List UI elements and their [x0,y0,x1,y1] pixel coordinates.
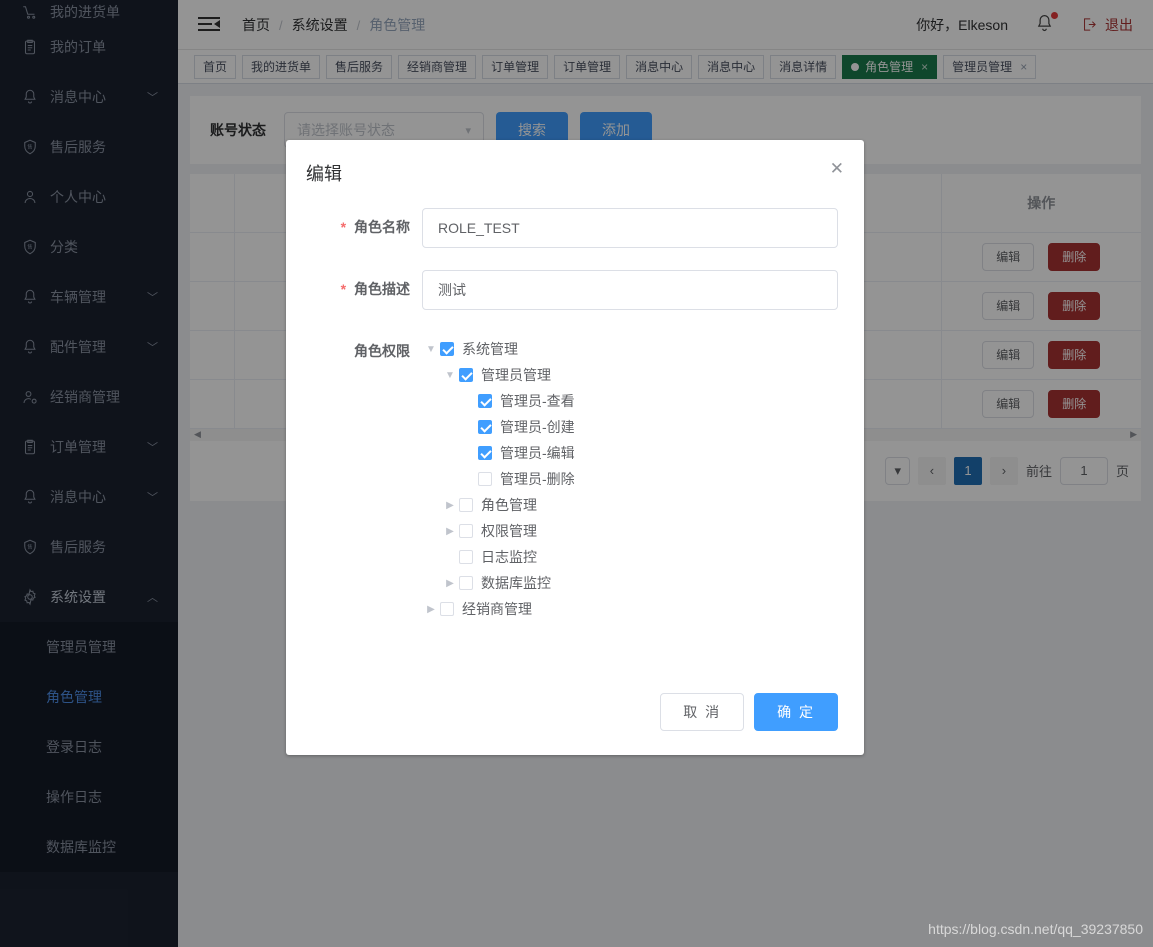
close-icon[interactable]: ✕ [830,160,844,177]
tree-node-label: 管理员-查看 [500,393,575,409]
tree-node-label: 系统管理 [462,341,518,357]
dialog-title: 编辑 [306,164,342,184]
caret-right-icon[interactable]: ▶ [441,578,459,589]
tree-node-label: 管理员-创建 [500,419,575,435]
tree-node-checkbox[interactable] [478,394,492,408]
caret-right-icon[interactable]: ▶ [441,526,459,537]
tree-node-checkbox[interactable] [459,550,473,564]
tree-node-10[interactable]: ▶ 经销商管理 [422,596,838,622]
tree-node-checkbox[interactable] [478,472,492,486]
form-label-text: 角色名称 [354,219,410,235]
tree-node-checkbox[interactable] [459,368,473,382]
caret-right-icon[interactable]: ▶ [422,604,440,615]
tree-node-5[interactable]: 管理员-删除 [422,466,838,492]
caret-right-icon[interactable]: ▶ [441,500,459,511]
dialog-body: * 角色名称 ROLE_TEST * 角色描述 测试 角色权限 ▼ 系统管理 ▼… [286,186,864,622]
tree-node-checkbox[interactable] [440,342,454,356]
tree-node-2[interactable]: 管理员-查看 [422,388,838,414]
permission-tree-label: 角色权限 [354,343,410,359]
tree-node-checkbox[interactable] [459,524,473,538]
form-input-0[interactable]: ROLE_TEST [422,208,838,248]
dialog-header: 编辑 ✕ [286,140,864,186]
tree-node-8[interactable]: 日志监控 [422,544,838,570]
tree-node-1[interactable]: ▼ 管理员管理 [422,362,838,388]
required-asterisk: * [340,281,347,297]
permission-tree: ▼ 系统管理 ▼ 管理员管理 管理员-查看 管理员-创建 管理员-编辑 管理员-… [422,332,838,622]
permission-tree-row: 角色权限 ▼ 系统管理 ▼ 管理员管理 管理员-查看 管理员-创建 管理员-编辑… [312,332,838,622]
tree-node-checkbox[interactable] [478,420,492,434]
form-label-text: 角色描述 [354,281,410,297]
required-asterisk: * [340,219,347,235]
tree-node-checkbox[interactable] [459,498,473,512]
form-rows: * 角色名称 ROLE_TEST * 角色描述 测试 [312,208,838,310]
watermark: https://blog.csdn.net/qq_39237850 [928,921,1143,937]
tree-node-label: 角色管理 [481,497,537,513]
tree-node-label: 数据库监控 [481,575,551,591]
cancel-button[interactable]: 取 消 [660,693,745,731]
tree-node-checkbox[interactable] [478,446,492,460]
form-input-1[interactable]: 测试 [422,270,838,310]
form-row-0: * 角色名称 ROLE_TEST [312,208,838,248]
confirm-button[interactable]: 确 定 [754,693,838,731]
tree-node-checkbox[interactable] [440,602,454,616]
tree-node-0[interactable]: ▼ 系统管理 [422,336,838,362]
tree-node-label: 经销商管理 [462,601,532,617]
tree-node-9[interactable]: ▶ 数据库监控 [422,570,838,596]
tree-node-6[interactable]: ▶ 角色管理 [422,492,838,518]
form-label-0: * 角色名称 [312,208,422,237]
tree-node-4[interactable]: 管理员-编辑 [422,440,838,466]
tree-node-3[interactable]: 管理员-创建 [422,414,838,440]
tree-node-label: 管理员管理 [481,367,551,383]
caret-down-icon[interactable]: ▼ [422,344,440,355]
edit-role-dialog: 编辑 ✕ * 角色名称 ROLE_TEST * 角色描述 测试 角色权限 ▼ 系… [286,140,864,755]
tree-node-label: 管理员-删除 [500,471,575,487]
tree-node-label: 日志监控 [481,549,537,565]
dialog-footer: 取 消 确 定 [286,693,864,755]
tree-node-checkbox[interactable] [459,576,473,590]
form-label-1: * 角色描述 [312,270,422,299]
tree-node-label: 管理员-编辑 [500,445,575,461]
tree-node-label: 权限管理 [481,523,537,539]
form-row-1: * 角色描述 测试 [312,270,838,310]
caret-down-icon[interactable]: ▼ [441,370,459,381]
tree-node-7[interactable]: ▶ 权限管理 [422,518,838,544]
